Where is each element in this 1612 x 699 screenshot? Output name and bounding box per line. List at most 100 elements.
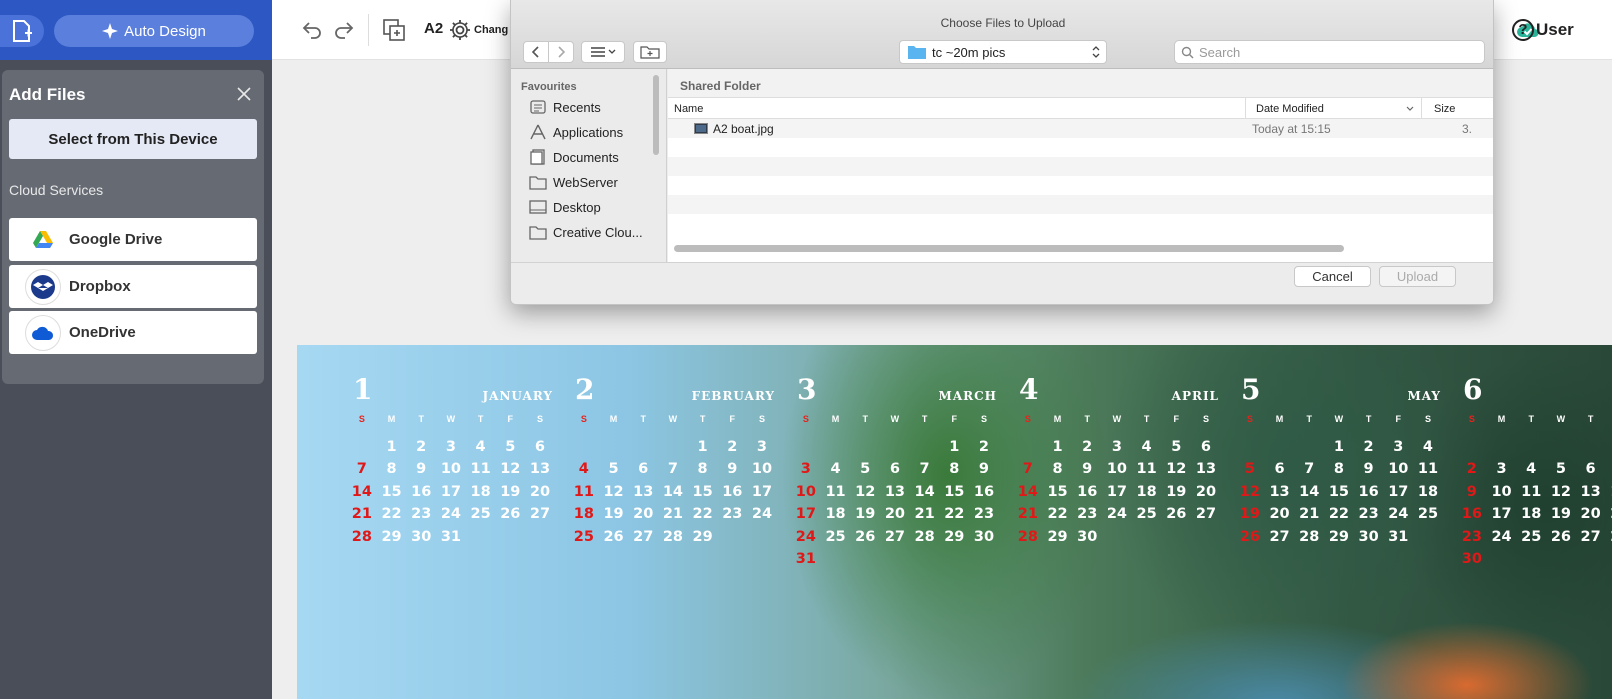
weekday-header: M	[1053, 414, 1062, 424]
empty-cell	[1487, 436, 1517, 459]
horizontal-scrollbar[interactable]	[674, 245, 1344, 252]
calendar-day: 19	[1239, 506, 1260, 522]
new-file-button[interactable]	[0, 15, 44, 47]
sidebar-item-recents[interactable]: Recents	[529, 97, 601, 117]
search-icon	[1181, 46, 1194, 58]
weekday-header: W	[890, 414, 900, 424]
calendar-month: 5 May S M T W T F S 1 2 3 4 5 6 7 8 9 10 11 12 13 14 15 16 17 18 19…	[1240, 345, 1441, 575]
select-from-device-button[interactable]: Select from This Device	[9, 119, 257, 159]
calendar-day: 18	[1136, 483, 1157, 500]
calendar-day: 30	[1358, 528, 1379, 545]
calendar-day: 30	[1461, 551, 1482, 567]
calendar-day: 29	[1328, 528, 1349, 545]
sidebar-item-documents[interactable]: Documents	[529, 147, 619, 167]
search-field[interactable]: Search	[1174, 40, 1485, 64]
weekday-header: F	[951, 414, 958, 424]
weekday-header: S	[758, 414, 765, 424]
sidebar-item-label: Recents	[553, 99, 601, 115]
calendar-day: 5	[860, 461, 871, 477]
calendar-day: 4	[1141, 438, 1152, 455]
sidebar-item-desktop[interactable]: Desktop	[529, 197, 601, 217]
calendar-day: 19	[603, 506, 624, 522]
column-name[interactable]: Name	[674, 103, 703, 115]
calendar-day: 21	[662, 506, 683, 522]
change-size-label[interactable]: Chang	[474, 24, 508, 36]
weekday-header: T	[640, 414, 646, 424]
back-button[interactable]	[523, 41, 549, 63]
month-day-grid: SMTWTFS123456789101112131415161718192021…	[791, 413, 999, 571]
column-divider	[1245, 98, 1246, 120]
user-menu-label[interactable]: User	[1536, 20, 1574, 40]
column-size[interactable]: Size	[1434, 103, 1455, 115]
calendar-day: 22	[381, 506, 402, 522]
view-options-button[interactable]	[581, 41, 625, 63]
sidebar-item-webserver[interactable]: WebServer	[529, 172, 618, 192]
calendar-day: 25	[825, 528, 846, 545]
calendar-day: 14	[1017, 483, 1038, 500]
google-drive-button[interactable]: Google Drive	[9, 218, 257, 261]
help-icon[interactable]: ?	[1512, 19, 1534, 41]
file-size: 3.	[1462, 122, 1473, 136]
page-size-label[interactable]: A2	[424, 20, 443, 37]
empty-cell	[910, 436, 940, 459]
empty-row	[668, 157, 1493, 176]
calendar-day: 9	[1082, 461, 1093, 477]
empty-cell	[791, 436, 821, 459]
auto-design-button[interactable]: Auto Design	[54, 15, 254, 47]
google-drive-icon	[25, 222, 61, 258]
calendar-day: 4	[1422, 438, 1434, 455]
dropbox-icon	[25, 268, 61, 305]
design-canvas[interactable]: 1 January S M T W T F S 1 2 3 4 5 6 7 8 9 10 11 12 13 14 15 16 17…	[297, 345, 1612, 699]
close-icon[interactable]	[234, 84, 254, 104]
sidebar-item-applications[interactable]: Applications	[529, 122, 623, 142]
weekday-header: T	[1084, 414, 1090, 424]
calendar-day: 7	[1605, 458, 1612, 481]
column-header-row: Name Date Modified Size	[668, 97, 1493, 120]
column-date-modified[interactable]: Date Modified	[1256, 103, 1324, 115]
cancel-button[interactable]: Cancel	[1294, 266, 1371, 287]
calendar-day: 29	[381, 528, 402, 545]
add-files-panel: Add Files Select from This Device Cloud …	[2, 70, 264, 384]
table-row[interactable]: A2 boat.jpg Today at 15:15 3.	[668, 119, 1493, 138]
weekday-header: S	[1024, 414, 1031, 424]
upload-button[interactable]: Upload	[1379, 266, 1456, 287]
weekday-header: M	[831, 414, 840, 424]
calendar-day: 3	[1496, 461, 1507, 477]
calendar-day: 7	[356, 461, 367, 477]
month-number: 3	[797, 373, 818, 406]
dropbox-button[interactable]: Dropbox	[9, 265, 257, 308]
calendar-day: 6	[1200, 438, 1212, 455]
calendar-day: 28	[662, 528, 683, 545]
calendar-day: 2	[978, 438, 990, 455]
month-number: 5	[1241, 373, 1262, 406]
redo-icon[interactable]	[332, 18, 356, 42]
sidebar-scrollbar[interactable]	[653, 75, 659, 155]
toolbar-divider	[368, 14, 369, 46]
calendar-day: 11	[573, 483, 594, 500]
onedrive-button[interactable]: OneDrive	[9, 311, 257, 354]
new-folder-button[interactable]	[633, 41, 667, 63]
weekday-header: W	[1556, 414, 1566, 424]
sidebar-item-creative-cloud[interactable]: Creative Clou...	[529, 222, 643, 242]
calendar-day: 25	[1417, 506, 1439, 522]
calendar-day: 20	[633, 506, 654, 522]
calendar-day: 16	[1077, 483, 1098, 500]
calendar-day: 24	[1388, 506, 1409, 522]
file-upload-dialog: Choose Files to Upload tc ~20m pics Sear…	[510, 0, 1494, 305]
calendar-day: 20	[529, 483, 551, 500]
add-page-icon[interactable]	[382, 18, 406, 42]
sidebar-item-label: Creative Clou...	[553, 224, 643, 240]
forward-button[interactable]	[548, 41, 574, 63]
calendar-day: 14	[351, 483, 372, 500]
location-select[interactable]: tc ~20m pics	[899, 40, 1107, 64]
calendar-day: 31	[1388, 528, 1409, 545]
empty-cell	[1546, 436, 1576, 459]
calendar-day: 29	[944, 528, 965, 545]
calendar-day: 20	[1195, 483, 1217, 500]
search-placeholder: Search	[1199, 44, 1241, 60]
calendar-day: 22	[1328, 506, 1349, 522]
weekday-header: S	[802, 414, 809, 424]
undo-icon[interactable]	[300, 18, 324, 42]
gear-icon[interactable]	[448, 18, 472, 42]
calendar-day: 18	[573, 506, 594, 522]
